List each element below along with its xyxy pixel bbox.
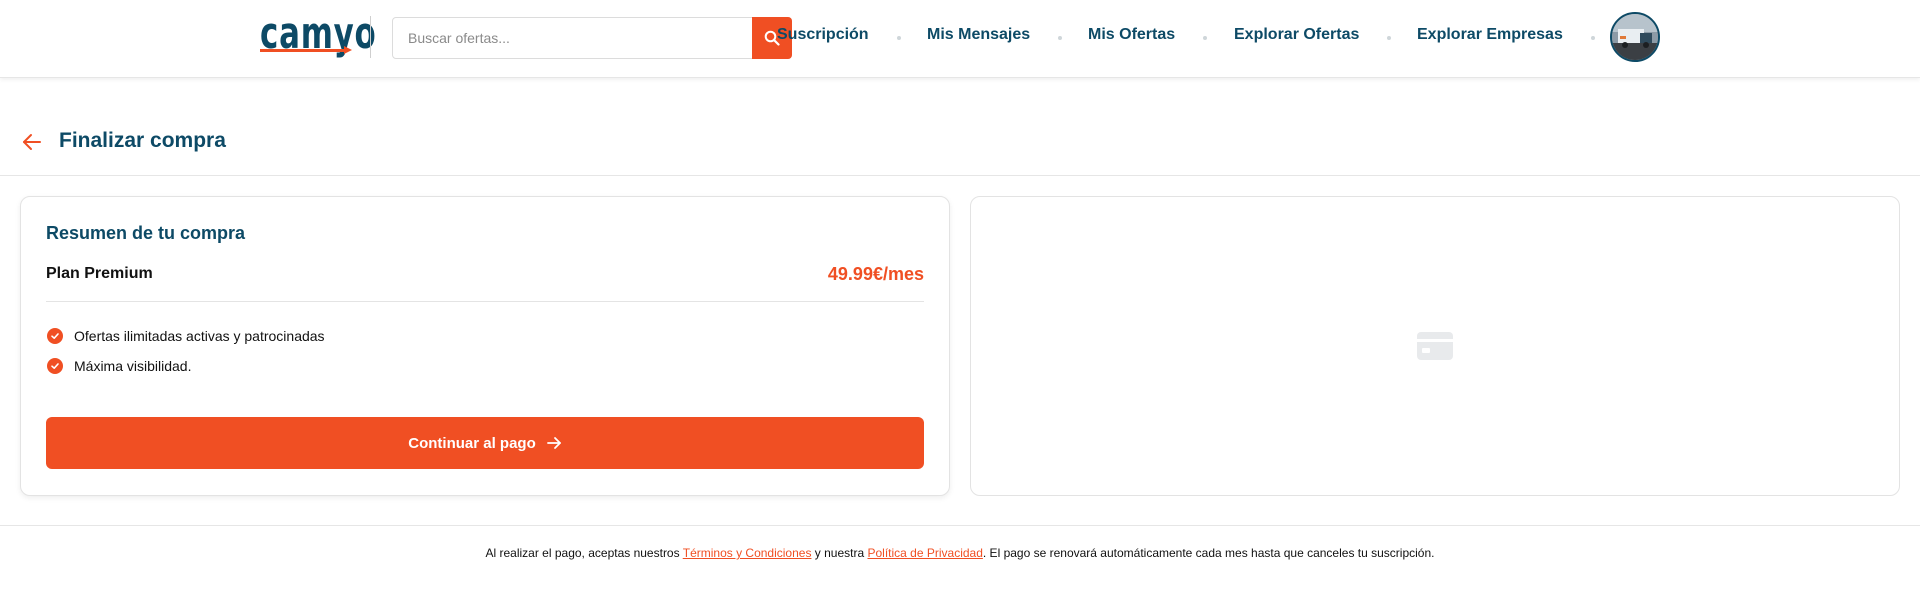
summary-title: Resumen de tu compra (46, 223, 246, 243)
search-input[interactable] (393, 18, 753, 58)
nav-separator-dot (1387, 36, 1391, 40)
nav-separator-dot (897, 36, 901, 40)
footer-text: . El pago se renovará automáticamente ca… (982, 546, 1435, 560)
continue-button-label: Continuar al pago (408, 434, 536, 452)
logo-underline (260, 49, 346, 52)
nav-suscripcion[interactable]: Suscripción (777, 26, 869, 44)
user-avatar[interactable] (1610, 12, 1660, 62)
terms-link[interactable]: Términos y Condiciones (683, 546, 812, 560)
back-arrow-icon[interactable] (21, 131, 43, 153)
avatar-image (1612, 14, 1658, 60)
plan-name: Plan Premium (46, 265, 153, 282)
nav-separator-dot (1203, 36, 1207, 40)
feature-item: Ofertas ilimitadas activas y patrocinada… (46, 326, 325, 346)
camyo-logo[interactable]: camyo (260, 8, 376, 64)
check-icon (47, 328, 63, 344)
page-title: Finalizar compra (59, 129, 226, 152)
continue-to-payment-button[interactable]: Continuar al pago (46, 417, 924, 469)
payment-form-panel (970, 196, 1900, 496)
feature-item: Máxima visibilidad. (46, 356, 191, 376)
search-box (392, 17, 792, 59)
footer-divider (0, 525, 1920, 526)
footer-text: y nuestra (811, 546, 868, 560)
purchase-summary-card: Resumen de tu compra Plan Premium 49.99€… (20, 196, 950, 496)
check-icon (47, 358, 63, 374)
logo-text: camyo (260, 8, 377, 59)
footer-text: Al realizar el pago, aceptas nuestros (485, 546, 683, 560)
logo-divider (370, 16, 371, 58)
title-divider (0, 175, 1920, 176)
top-header: camyo Suscripción Mis Mensajes Mis Ofert… (0, 0, 1920, 78)
summary-divider (46, 301, 924, 302)
nav-separator-dot (1591, 36, 1595, 40)
nav-mis-ofertas[interactable]: Mis Ofertas (1088, 26, 1175, 44)
nav-separator-dot (1058, 36, 1062, 40)
feature-text: Máxima visibilidad. (74, 358, 192, 374)
credit-card-icon (1417, 332, 1453, 360)
nav-mis-mensajes[interactable]: Mis Mensajes (927, 26, 1030, 44)
logo-arrowhead (344, 46, 352, 54)
arrow-right-icon (546, 437, 561, 449)
feature-text: Ofertas ilimitadas activas y patrocinada… (74, 328, 325, 344)
plan-price: 49.99€/mes (827, 264, 924, 284)
nav-explorar-empresas[interactable]: Explorar Empresas (1417, 26, 1563, 44)
privacy-link[interactable]: Política de Privacidad (867, 546, 982, 560)
nav-explorar-ofertas[interactable]: Explorar Ofertas (1234, 26, 1359, 44)
payment-terms-notice: Al realizar el pago, aceptas nuestros Té… (0, 546, 1920, 560)
